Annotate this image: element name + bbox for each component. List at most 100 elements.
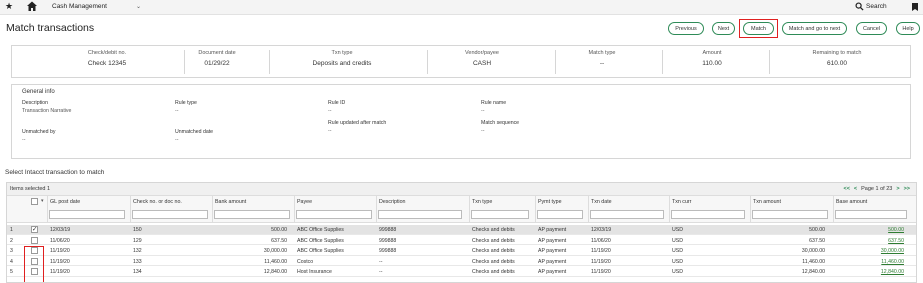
- cell-txn-amt: 637.50: [809, 237, 825, 244]
- row-select-checkbox[interactable]: [31, 225, 38, 233]
- cell-bank-amt: 500.00: [271, 227, 287, 233]
- column-header-txn-date[interactable]: Txn date: [591, 199, 612, 205]
- rule-id-value: --: [328, 108, 332, 114]
- rule-name-field: Rule name --: [481, 100, 506, 114]
- cell-base-amt[interactable]: 637.50: [836, 238, 904, 244]
- help-button[interactable]: Help: [896, 22, 920, 35]
- cell-check-no: 132: [133, 248, 142, 254]
- previous-button[interactable]: Previous: [668, 22, 704, 35]
- filter-input-base-amt[interactable]: [835, 210, 907, 219]
- column-header-bank-amt[interactable]: Bank amount: [215, 199, 246, 205]
- pager: << < Page 1 of 23 > >>: [843, 186, 910, 192]
- cell-bank-amt: 11,460.00: [264, 258, 287, 265]
- match-sequence-field: Match sequence --: [481, 120, 519, 134]
- rule-type-value: --: [175, 108, 179, 114]
- chevron-down-icon[interactable]: ⌄: [136, 3, 141, 10]
- search-label[interactable]: Search: [866, 3, 887, 10]
- cell-txn-type: Checks and debits: [472, 237, 515, 244]
- cell-check-no: 134: [133, 269, 142, 275]
- cell-base-amt[interactable]: 30,000.00: [836, 248, 904, 254]
- summary-match-type-label: Match type: [588, 50, 616, 56]
- filter-input-bank-amt[interactable]: [214, 210, 290, 219]
- summary-remaining: Remaining to match 610.00: [777, 50, 897, 67]
- summary-check-value: Check 12345: [87, 60, 127, 67]
- cell-txn-type: Checks and debits: [472, 269, 515, 275]
- cell-base-amt[interactable]: 11,460.00: [836, 259, 904, 265]
- table-row[interactable]: 1 12/03/19 150 500.00 ABC Office Supplies 999…: [7, 225, 916, 235]
- match-sequence-label: Match sequence: [481, 120, 520, 126]
- table-row[interactable]: 5 11/19/20 134 12,840.00 Host Insurance -- Che…: [7, 267, 916, 277]
- summary-match-type-value: --: [599, 60, 605, 67]
- cell-gl-date: 12/03/19: [50, 227, 71, 233]
- row-select-checkbox[interactable]: [31, 236, 38, 244]
- column-header-check-no[interactable]: Check no. or doc no.: [133, 199, 182, 205]
- home-icon[interactable]: [26, 0, 38, 12]
- filter-input-gl-date[interactable]: [49, 210, 125, 219]
- filter-input-curr[interactable]: [671, 210, 745, 219]
- column-header-pymt[interactable]: Pymt type: [538, 199, 562, 205]
- rule-updated-label: Rule updated after match: [328, 120, 387, 126]
- prev-page-button[interactable]: <: [854, 186, 857, 192]
- column-header-txn-type[interactable]: Txn type: [472, 199, 492, 205]
- description-field: Description Transaction Narrative: [22, 100, 71, 114]
- top-navigation-bar: ★ Cash Management ⌄ Search: [0, 0, 923, 15]
- checkbox-column-highlight: [24, 246, 44, 282]
- cell-gl-date: 11/19/20: [50, 269, 70, 275]
- filter-input-check-no[interactable]: [132, 210, 208, 219]
- description-value: Transaction Narrative: [22, 108, 72, 114]
- filter-input-pymt[interactable]: [537, 210, 583, 219]
- transactions-grid: Items selected 1 << < Page 1 of 23 > >> …: [6, 182, 917, 283]
- filter-input-desc[interactable]: [378, 210, 462, 219]
- cell-gl-date: 11/19/20: [50, 248, 70, 254]
- last-page-button[interactable]: >>: [904, 186, 910, 192]
- cancel-button[interactable]: Cancel: [856, 22, 887, 35]
- next-page-button[interactable]: >: [896, 186, 899, 192]
- bookmark-icon[interactable]: [912, 3, 918, 11]
- cell-desc: --: [379, 269, 383, 275]
- column-divider: [469, 196, 470, 223]
- filter-input-txn-type[interactable]: [471, 210, 529, 219]
- select-all-checkbox[interactable]: [31, 198, 38, 205]
- chevron-down-icon[interactable]: ▾: [41, 198, 44, 204]
- match-and-go-to-next-button[interactable]: Match and go to next: [782, 22, 847, 35]
- first-page-button[interactable]: <<: [843, 186, 849, 192]
- summary-check: Check/debit no. Check 12345: [52, 50, 162, 67]
- cell-curr: USD: [672, 258, 683, 265]
- rule-type-field: Rule type --: [175, 100, 197, 114]
- cell-txn-amt: 12,840.00: [801, 269, 825, 275]
- column-header-payee[interactable]: Payee: [297, 199, 312, 205]
- table-row[interactable]: 4 11/19/20 133 11,460.00 Costco -- Checks and …: [7, 257, 916, 266]
- column-header-base-amt[interactable]: Base amount: [836, 199, 867, 205]
- cell-base-amt[interactable]: 12,840.00: [836, 269, 904, 275]
- summary-txn-type-label: Txn type: [331, 50, 353, 56]
- unmatched-date-label: Unmatched date: [175, 129, 214, 135]
- cell-desc: 999888: [379, 248, 397, 254]
- grid-toolbar: Items selected 1 << < Page 1 of 23 > >>: [7, 183, 916, 196]
- cell-base-amt[interactable]: 500.00: [836, 227, 904, 233]
- table-row[interactable]: 3 11/19/20 132 30,000.00 ABC Office Supplies…: [7, 246, 916, 256]
- cell-curr: USD: [672, 237, 683, 244]
- column-header-txn-amt[interactable]: Txn amount: [753, 199, 781, 205]
- summary-match-type: Match type --: [552, 50, 652, 67]
- summary-txn-type: Txn type Deposits and credits: [282, 50, 402, 67]
- filter-input-txn-amt[interactable]: [752, 210, 828, 219]
- star-icon[interactable]: ★: [5, 1, 13, 12]
- search-icon[interactable]: [855, 2, 864, 11]
- summary-check-label: Check/debit no.: [87, 50, 127, 56]
- column-header-curr[interactable]: Txn curr: [672, 199, 691, 205]
- cell-bank-amt: 30,000.00: [263, 248, 287, 254]
- summary-vendor-value: CASH: [472, 60, 492, 67]
- transaction-summary-panel: Check/debit no. Check 12345 Document dat…: [11, 45, 911, 78]
- items-selected-count: Items selected 1: [10, 186, 51, 192]
- column-header-gl-date[interactable]: GL post date: [50, 199, 80, 205]
- filter-input-txn-date[interactable]: [590, 210, 664, 219]
- summary-amount: Amount 110.00: [662, 50, 762, 67]
- filter-input-payee[interactable]: [296, 210, 372, 219]
- cell-check-no: 133: [133, 258, 142, 265]
- divider: [269, 50, 270, 74]
- next-button[interactable]: Next: [712, 22, 735, 35]
- cell-txn-date: 11/06/20: [591, 237, 611, 244]
- table-row[interactable]: 2 11/06/20 129 637.50 ABC Office Supplies 999…: [7, 236, 916, 245]
- column-header-desc[interactable]: Description: [379, 199, 406, 205]
- app-switcher-label[interactable]: Cash Management: [52, 3, 107, 10]
